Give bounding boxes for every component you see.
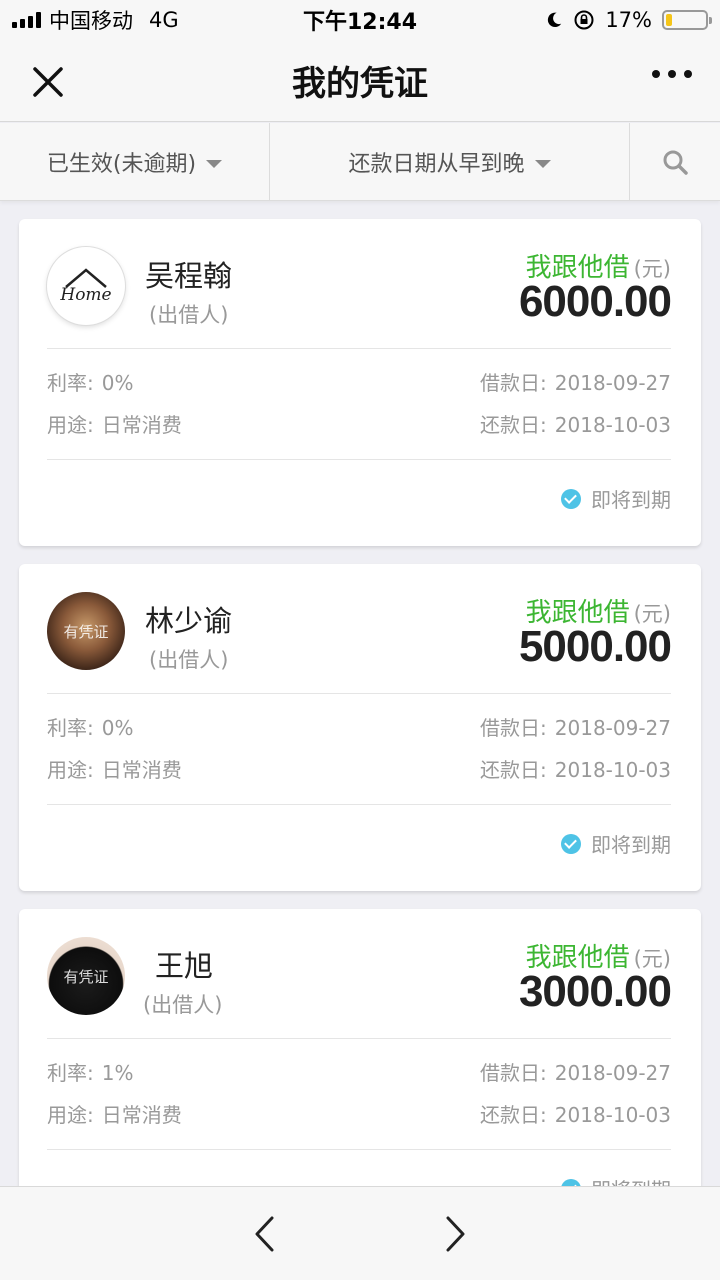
check-circle-icon	[561, 1178, 581, 1186]
avatar: 有凭证	[47, 937, 125, 1015]
rate-row: 利率: 0%	[47, 716, 134, 740]
divider	[47, 459, 671, 460]
lender-name: 吴程翰	[145, 259, 233, 293]
search-button[interactable]	[630, 123, 720, 200]
divider	[47, 1038, 671, 1039]
avatar: Home	[47, 247, 125, 325]
rate-value: 1%	[101, 1061, 134, 1085]
repay-date-row: 还款日: 2018-10-03	[480, 413, 671, 437]
bottom-toolbar	[0, 1186, 720, 1280]
purpose-row: 用途: 日常消费	[47, 413, 182, 437]
status-filter[interactable]: 已生效(未逾期)	[0, 123, 270, 200]
repay-date-row: 还款日: 2018-10-03	[480, 758, 671, 782]
search-icon	[663, 150, 688, 175]
filter-bar: 已生效(未逾期) 还款日期从早到晚	[0, 123, 720, 201]
chevron-right-icon[interactable]	[440, 1215, 470, 1253]
repay-date-value: 2018-10-03	[554, 413, 671, 437]
voucher-card[interactable]: 有凭证 林少谕 (出借人) 我跟他借 (元) 5000.00 利率: 0% 用途: 日…	[19, 564, 701, 891]
voucher-card[interactable]: 有凭证 王旭 (出借人) 我跟他借 (元) 3000.00 利率: 1% 用途: 日常…	[19, 909, 701, 1186]
repay-date-value: 2018-10-03	[554, 1103, 671, 1127]
repay-date-value: 2018-10-03	[554, 758, 671, 782]
divider	[47, 804, 671, 805]
status-badge: 即将到期	[561, 484, 671, 513]
rotation-lock-icon	[574, 10, 594, 30]
battery-icon	[662, 10, 712, 30]
loan-date-value: 2018-09-27	[554, 716, 671, 740]
loan-date-value: 2018-09-27	[554, 1061, 671, 1085]
caret-down-icon	[206, 159, 223, 168]
loan-amount: 5000.00	[518, 622, 672, 671]
loan-date-value: 2018-09-27	[554, 371, 671, 395]
rate-value: 0%	[101, 716, 134, 740]
moon-icon	[548, 12, 562, 28]
sort-filter[interactable]: 还款日期从早到晚	[270, 123, 630, 200]
status-text: 即将到期	[591, 488, 671, 512]
loan-date-row: 借款日: 2018-09-27	[480, 716, 671, 740]
loan-date-row: 借款日: 2018-09-27	[480, 1061, 671, 1085]
voucher-card[interactable]: Home 吴程翰 (出借人) 我跟他借 (元) 6000.00 利率: 0% 用途:…	[19, 219, 701, 546]
signal-icon	[12, 12, 41, 28]
lender-role: (出借人)	[149, 648, 229, 672]
purpose-value: 日常消费	[101, 758, 182, 782]
battery-percent: 17%	[605, 8, 652, 32]
repay-date-row: 还款日: 2018-10-03	[480, 1103, 671, 1127]
status-text: 即将到期	[591, 833, 671, 857]
carrier-label: 中国移动	[49, 9, 133, 33]
sort-filter-label: 还款日期从早到晚	[348, 151, 525, 177]
more-icon[interactable]	[652, 70, 692, 78]
caret-down-icon	[534, 159, 551, 168]
purpose-row: 用途: 日常消费	[47, 1103, 182, 1127]
battery-fill	[666, 14, 673, 26]
divider	[47, 693, 671, 694]
close-icon[interactable]	[28, 62, 68, 102]
status-badge: 即将到期	[561, 1174, 671, 1186]
avatar-text: 有凭证	[63, 967, 109, 986]
status-bar: 中国移动 4G 下午12:44 17%	[0, 0, 720, 40]
loan-date-row: 借款日: 2018-09-27	[480, 371, 671, 395]
rate-value: 0%	[101, 371, 134, 395]
avatar-text: Home	[60, 285, 112, 305]
check-circle-icon	[561, 833, 581, 854]
network-label: 4G	[149, 8, 179, 32]
status-filter-label: 已生效(未逾期)	[46, 151, 197, 177]
rate-row: 利率: 0%	[47, 371, 134, 395]
status-badge: 即将到期	[561, 829, 671, 858]
lender-name: 王旭	[155, 949, 214, 983]
status-text: 即将到期	[591, 1174, 671, 1186]
avatar-text: 有凭证	[63, 622, 109, 641]
purpose-row: 用途: 日常消费	[47, 758, 182, 782]
purpose-value: 日常消费	[101, 1103, 182, 1127]
page-title: 我的凭证	[292, 64, 428, 104]
nav-bar: 我的凭证	[0, 40, 720, 122]
lender-name: 林少谕	[145, 604, 233, 638]
loan-amount: 3000.00	[518, 967, 672, 1016]
rate-row: 利率: 1%	[47, 1061, 134, 1085]
divider	[47, 1149, 671, 1150]
lender-role: (出借人)	[143, 993, 223, 1017]
chevron-left-icon[interactable]	[250, 1215, 280, 1253]
loan-amount: 6000.00	[518, 277, 672, 326]
purpose-value: 日常消费	[101, 413, 182, 437]
avatar: 有凭证	[47, 592, 125, 670]
lender-role: (出借人)	[149, 303, 229, 327]
page: 中国移动 4G 下午12:44 17% 我的凭证 已生效(未逾期) 还款日期从早…	[0, 0, 720, 1280]
voucher-list: Home 吴程翰 (出借人) 我跟他借 (元) 6000.00 利率: 0% 用途:…	[0, 201, 720, 1186]
divider	[47, 348, 671, 349]
check-circle-icon	[561, 488, 581, 509]
